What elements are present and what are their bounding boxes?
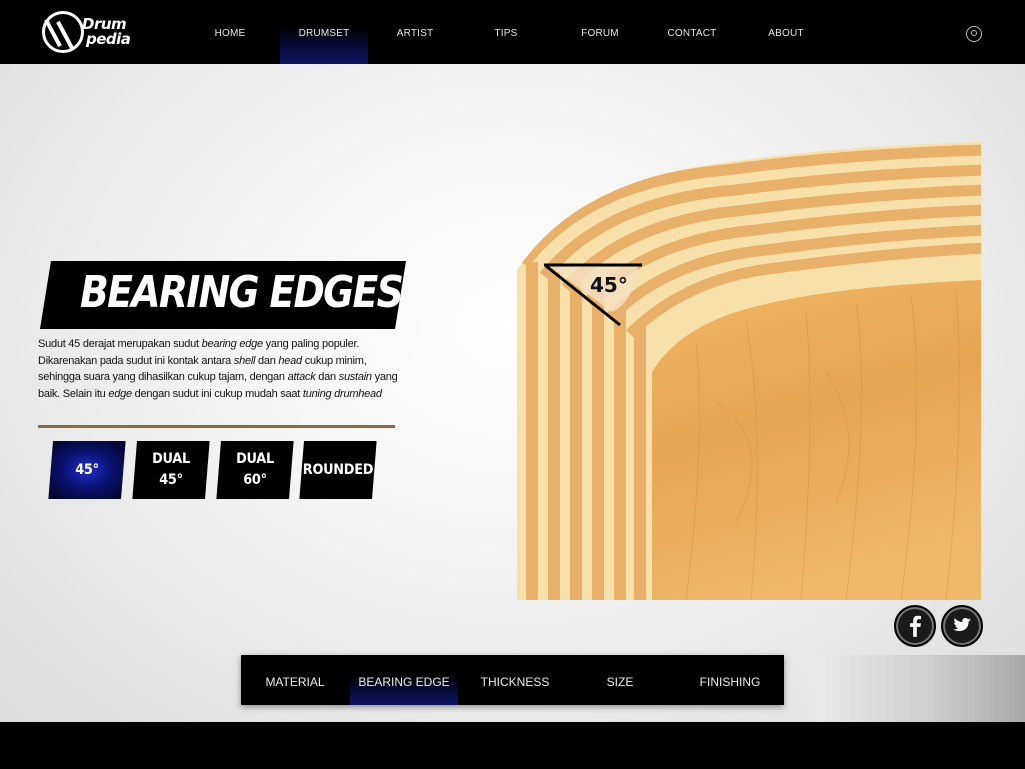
facebook-icon [910, 615, 921, 637]
nav-item-tips[interactable]: TIPS [462, 0, 550, 64]
edge-option-45[interactable]: 45° [48, 441, 126, 499]
nav-item-home[interactable]: HOME [186, 0, 274, 64]
description-text: Sudut 45 derajat merupakan sudut bearing… [38, 338, 398, 401]
nav-item-about[interactable]: ABOUT [742, 0, 830, 64]
section-title-banner: BEARING EDGES [40, 261, 406, 329]
edge-option-label: DUAL [236, 451, 274, 467]
divider-line [38, 425, 395, 428]
drumpedia-logo[interactable]: Drum pedia [42, 9, 131, 57]
edge-option-dual-45[interactable]: DUAL 45° [132, 441, 210, 499]
angle-label: 45° [590, 273, 628, 297]
edge-option-sublabel: 45° [159, 472, 183, 488]
logo-text-line2: pedia [86, 30, 131, 48]
twitter-button[interactable] [941, 605, 983, 647]
edge-option-dual-60[interactable]: DUAL 60° [216, 441, 294, 499]
edge-option-sublabel: 60° [243, 472, 267, 488]
twitter-icon [953, 618, 972, 632]
tab-size[interactable]: SIZE [566, 655, 674, 705]
bottom-tab-bar: MATERIAL BEARING EDGE THICKNESS SIZE FIN… [241, 655, 784, 705]
tab-bearing-edge[interactable]: BEARING EDGE [350, 655, 458, 705]
page-title: BEARING EDGES [80, 267, 404, 318]
edge-option-rounded[interactable]: ROUNDED [299, 441, 377, 499]
nav-item-forum[interactable]: FORUM [556, 0, 644, 64]
search-icon[interactable] [966, 26, 982, 42]
edge-option-label: ROUNDED [302, 461, 374, 478]
drumsticks-logo-icon [42, 11, 84, 53]
nav-item-contact[interactable]: CONTACT [648, 0, 736, 64]
page-footer [0, 722, 1025, 769]
social-strip [784, 655, 1025, 722]
edge-option-label: 45° [75, 461, 99, 478]
tab-material[interactable]: MATERIAL [241, 655, 349, 705]
facebook-button[interactable] [894, 605, 936, 647]
nav-item-artist[interactable]: ARTIST [371, 0, 459, 64]
main-content: BEARING EDGES Sudut 45 derajat merupakan… [0, 64, 1025, 722]
edge-option-label: DUAL [152, 451, 190, 467]
nav-item-drumset[interactable]: DRUMSET [280, 0, 368, 64]
bearing-edge-illustration: 45° [517, 142, 981, 600]
top-header: Drum pedia HOME DRUMSET ARTIST TIPS FORU… [0, 0, 1025, 64]
tab-thickness[interactable]: THICKNESS [461, 655, 569, 705]
tab-finishing[interactable]: FINISHING [676, 655, 784, 705]
